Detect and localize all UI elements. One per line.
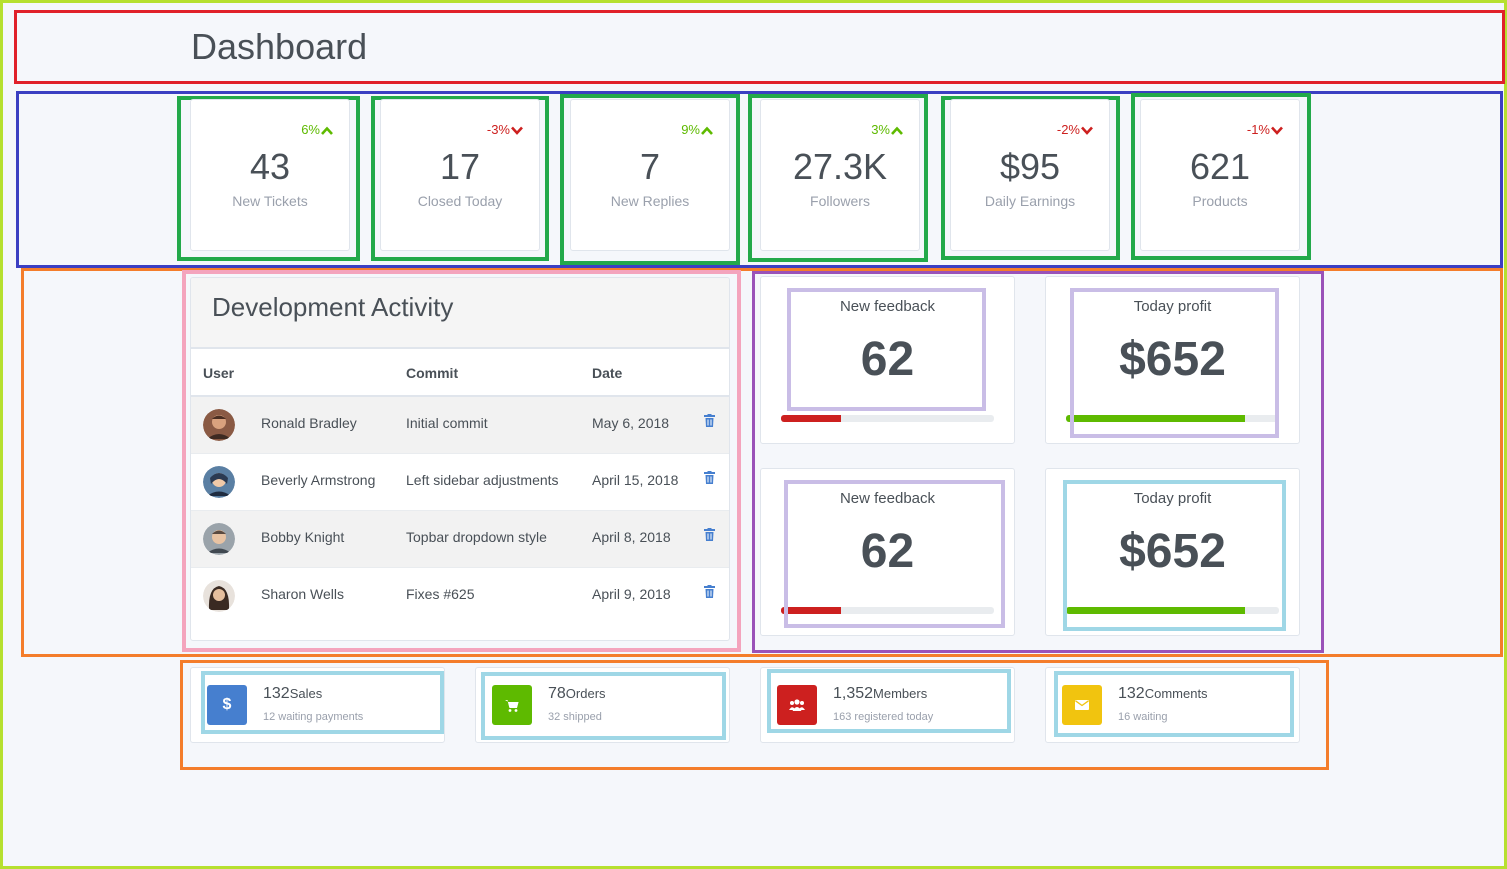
summary-subtext: 16 waiting xyxy=(1118,711,1168,723)
stat-value: $95 xyxy=(999,146,1061,187)
table-row: Sharon Wells Fixes #625 April 9, 2018 xyxy=(191,568,729,625)
progress-fill xyxy=(1066,607,1245,614)
user-name: Beverly Armstrong xyxy=(261,472,376,488)
stat-change: -3% xyxy=(487,122,523,137)
summary-subtext: 12 waiting payments xyxy=(263,711,364,723)
mail-icon xyxy=(1062,685,1102,725)
chevron-up-icon xyxy=(321,126,333,135)
stat-change: 9% xyxy=(681,122,713,137)
commit-date: April 15, 2018 xyxy=(592,472,679,488)
stat-label: Products xyxy=(1192,193,1248,209)
cart-icon xyxy=(492,685,532,725)
avatar xyxy=(203,466,235,498)
stat-label: Closed Today xyxy=(417,193,503,209)
dollar-icon: $ xyxy=(207,685,247,725)
summary-card-orders: 78Orders 32 shipped xyxy=(475,667,730,743)
stat-label: New Replies xyxy=(610,193,690,209)
stat-value: 27.3K xyxy=(792,146,888,187)
commit-date: April 9, 2018 xyxy=(592,586,671,602)
commit-message: Fixes #625 xyxy=(406,586,475,602)
column-header-date: Date xyxy=(592,365,623,381)
stat-label: Followers xyxy=(810,193,870,209)
stat-card-new-tickets: 6% 43 New Tickets xyxy=(190,99,350,251)
widget-title: New feedback xyxy=(839,298,936,315)
commit-message: Topbar dropdown style xyxy=(406,529,547,545)
commit-date: May 6, 2018 xyxy=(592,415,670,431)
chevron-down-icon xyxy=(1081,126,1093,135)
widget-title: Today profit xyxy=(1133,490,1212,507)
stat-card-products: -1% 621 Products xyxy=(1140,99,1300,251)
summary-value: 132Sales xyxy=(263,685,323,702)
stat-label: Daily Earnings xyxy=(984,193,1076,209)
table-header: User Commit Date xyxy=(191,349,729,397)
table-row: Ronald Bradley Initial commit May 6, 201… xyxy=(191,397,729,454)
widget-title: Today profit xyxy=(1133,298,1212,315)
progress-fill xyxy=(781,607,841,614)
widget-value: 62 xyxy=(860,333,915,386)
stat-value: 43 xyxy=(249,146,291,187)
summary-subtext: 163 registered today xyxy=(833,711,934,723)
commit-message: Initial commit xyxy=(406,415,488,431)
chevron-up-icon xyxy=(701,126,713,135)
profit-widget: Today profit $652 xyxy=(1045,276,1300,444)
summary-value: 78Orders xyxy=(548,685,606,702)
feedback-widget: New feedback 62 xyxy=(760,468,1015,636)
stat-change: -2% xyxy=(1057,122,1093,137)
activity-title: Development Activity xyxy=(191,278,729,349)
widget-value: 62 xyxy=(860,525,915,578)
avatar xyxy=(203,523,235,555)
progress-bar xyxy=(781,415,994,422)
stat-value: 621 xyxy=(1189,146,1251,187)
column-header-user: User xyxy=(203,365,235,381)
stat-value: 7 xyxy=(639,146,661,187)
column-header-commit: Commit xyxy=(406,365,459,381)
table-row: Beverly Armstrong Left sidebar adjustmen… xyxy=(191,454,729,511)
summary-subtext: 32 shipped xyxy=(548,711,602,723)
stat-card-closed-today: -3% 17 Closed Today xyxy=(380,99,540,251)
progress-fill xyxy=(781,415,841,422)
stat-value: 17 xyxy=(439,146,481,187)
user-name: Bobby Knight xyxy=(261,529,345,545)
avatar xyxy=(203,409,235,441)
users-icon xyxy=(777,685,817,725)
user-name: Ronald Bradley xyxy=(261,415,357,431)
commit-date: April 8, 2018 xyxy=(592,529,671,545)
stat-change: 6% xyxy=(301,122,333,137)
development-activity-card: Development Activity User Commit Date Ro… xyxy=(190,277,730,641)
trash-icon[interactable] xyxy=(704,528,715,541)
progress-bar xyxy=(781,607,994,614)
chevron-down-icon xyxy=(1271,126,1283,135)
feedback-widget: New feedback 62 xyxy=(760,276,1015,444)
stat-card-daily-earnings: -2% $95 Daily Earnings xyxy=(950,99,1110,251)
progress-fill xyxy=(1066,415,1245,422)
page-title: Dashboard xyxy=(191,26,368,67)
profit-widget: Today profit $652 xyxy=(1045,468,1300,636)
widget-value: $652 xyxy=(1119,525,1226,578)
table-row: Bobby Knight Topbar dropdown style April… xyxy=(191,511,729,568)
stat-change: 3% xyxy=(871,122,903,137)
stat-change: -1% xyxy=(1247,122,1283,137)
widget-value: $652 xyxy=(1119,333,1226,386)
trash-icon[interactable] xyxy=(704,471,715,484)
stat-card-followers: 3% 27.3K Followers xyxy=(760,99,920,251)
summary-value: 132Comments xyxy=(1118,685,1208,702)
summary-card-comments: 132Comments 16 waiting xyxy=(1045,667,1300,743)
avatar xyxy=(203,580,235,612)
stat-label: New Tickets xyxy=(232,193,308,209)
stat-card-new-replies: 9% 7 New Replies xyxy=(570,99,730,251)
chevron-down-icon xyxy=(511,126,523,135)
trash-icon[interactable] xyxy=(704,414,715,427)
summary-card-members: 1,352Members 163 registered today xyxy=(760,667,1015,743)
summary-card-sales: $ 132Sales 12 waiting payments xyxy=(190,667,445,743)
chevron-up-icon xyxy=(891,126,903,135)
progress-bar xyxy=(1066,415,1279,422)
user-name: Sharon Wells xyxy=(261,586,345,602)
commit-message: Left sidebar adjustments xyxy=(406,472,559,488)
progress-bar xyxy=(1066,607,1279,614)
widget-title: New feedback xyxy=(839,490,936,507)
trash-icon[interactable] xyxy=(704,585,715,598)
summary-value: 1,352Members xyxy=(833,685,928,702)
